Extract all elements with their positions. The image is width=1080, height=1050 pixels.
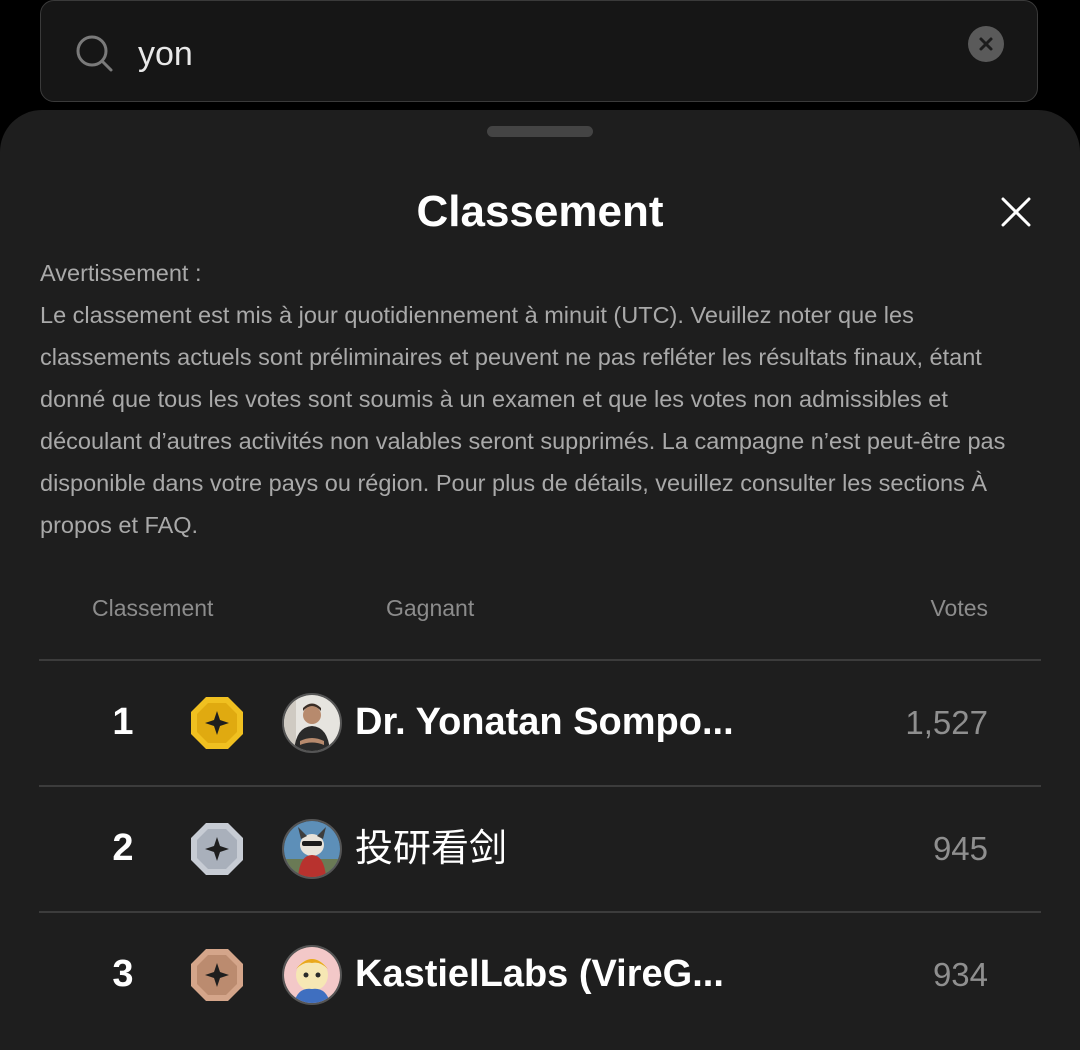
notice-body: Le classement est mis à jour quotidienne…: [40, 302, 1006, 538]
silver-medal-icon: [191, 823, 243, 875]
avatar: [282, 945, 342, 1005]
vote-count: 934: [932, 956, 988, 993]
winner-name: Dr. Yonatan Sompo...: [355, 701, 734, 743]
vote-count: 945: [932, 830, 988, 867]
close-icon[interactable]: [996, 192, 1036, 232]
column-header-rank: Classement: [92, 595, 214, 621]
vote-count: 1,527: [905, 704, 988, 741]
avatar: [282, 819, 342, 879]
winner-name: KastielLabs (VireG...: [355, 953, 724, 995]
avatar: [282, 693, 342, 753]
rank-number: 3: [112, 953, 134, 995]
winner-name: 投研看剑: [355, 826, 508, 870]
notice-heading: Avertissement :: [40, 260, 202, 286]
column-header-winner: Gagnant: [386, 595, 475, 621]
rank-number: 2: [112, 827, 134, 869]
rank-number: 1: [112, 701, 134, 743]
sheet-title: Classement: [416, 187, 664, 236]
table-row[interactable]: 1 Dr. Yonatan Sompo... 1,527: [0, 661, 1080, 785]
gold-medal-icon: [191, 697, 243, 749]
clear-icon: [979, 37, 993, 51]
search-icon: [76, 35, 113, 72]
clear-search-button[interactable]: [968, 26, 1004, 62]
search-input[interactable]: [136, 26, 940, 82]
column-header-votes: Votes: [930, 595, 988, 621]
bronze-medal-icon: [191, 949, 243, 1001]
drag-handle[interactable]: [487, 126, 593, 137]
table-row[interactable]: 3 KastielLabs (VireG... 934: [0, 913, 1080, 1037]
table-row[interactable]: 2 投研看剑 945: [0, 787, 1080, 911]
